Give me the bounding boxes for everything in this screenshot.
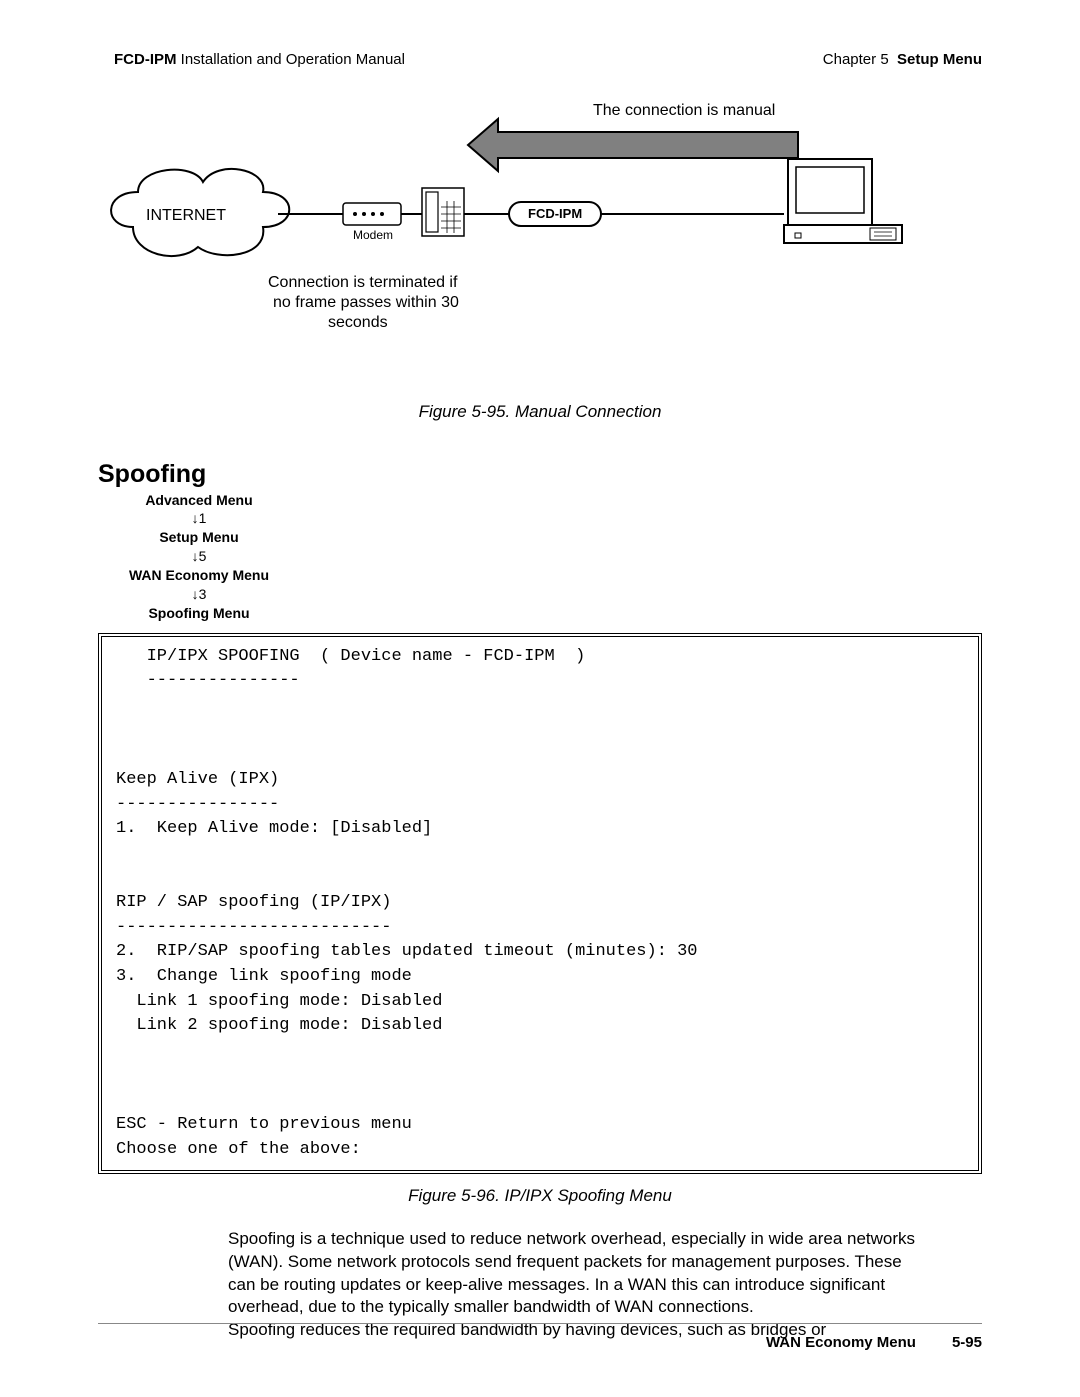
arrow-left-icon: [468, 119, 798, 171]
header-chapter: Chapter 5: [823, 51, 889, 68]
terminal-output: IP/IPX SPOOFING ( Device name - FCD-IPM …: [98, 633, 982, 1174]
body-paragraph: Spoofing is a technique used to reduce n…: [228, 1228, 928, 1319]
pc-icon: [784, 159, 902, 243]
menu-path-step: Setup Menu: [124, 528, 274, 547]
modem-icon: Modem: [343, 203, 401, 242]
diagram-note-line1: Connection is terminated if: [268, 274, 458, 291]
menu-path-arrow: ↓5: [124, 547, 274, 566]
figure-96-caption: Figure 5-96. IP/IPX Spoofing Menu: [98, 1186, 982, 1206]
internet-label: INTERNET: [146, 207, 226, 224]
page-header: FCD-IPM Installation and Operation Manua…: [98, 52, 982, 73]
footer-page-number: 5-95: [952, 1334, 982, 1351]
internet-cloud-icon: INTERNET: [111, 168, 289, 255]
section-heading-spoofing: Spoofing: [98, 460, 982, 489]
diagram-note-line2: no frame passes within 30: [273, 294, 459, 311]
header-chapter-title: Setup Menu: [897, 51, 982, 68]
menu-path-step: Spoofing Menu: [124, 604, 274, 623]
figure-95-caption: Figure 5-95. Manual Connection: [98, 402, 982, 422]
modem-label: Modem: [353, 228, 393, 242]
header-left: FCD-IPM Installation and Operation Manua…: [114, 52, 405, 69]
footer-section: WAN Economy Menu: [766, 1334, 916, 1351]
phone-icon: [422, 188, 464, 236]
diagram-note-line3: seconds: [328, 314, 388, 331]
menu-path-arrow: ↓3: [124, 585, 274, 604]
menu-path: Advanced Menu ↓1 Setup Menu ↓5 WAN Econo…: [124, 491, 982, 623]
page-footer: WAN Economy Menu 5-95: [98, 1323, 982, 1351]
device-label: FCD-IPM: [528, 206, 582, 221]
header-right: Chapter 5 Setup Menu: [823, 52, 982, 69]
diagram-top-label: The connection is manual: [593, 102, 775, 119]
menu-path-step: Advanced Menu: [124, 491, 274, 510]
network-diagram-svg: The connection is manual INTERNET Modem: [98, 97, 968, 367]
menu-path-step: WAN Economy Menu: [124, 566, 274, 585]
device-box: FCD-IPM: [509, 202, 601, 226]
header-product: FCD-IPM: [114, 51, 177, 68]
diagram-manual-connection: The connection is manual INTERNET Modem: [98, 97, 982, 372]
header-manual: Installation and Operation Manual: [181, 51, 405, 68]
menu-path-arrow: ↓1: [124, 509, 274, 528]
